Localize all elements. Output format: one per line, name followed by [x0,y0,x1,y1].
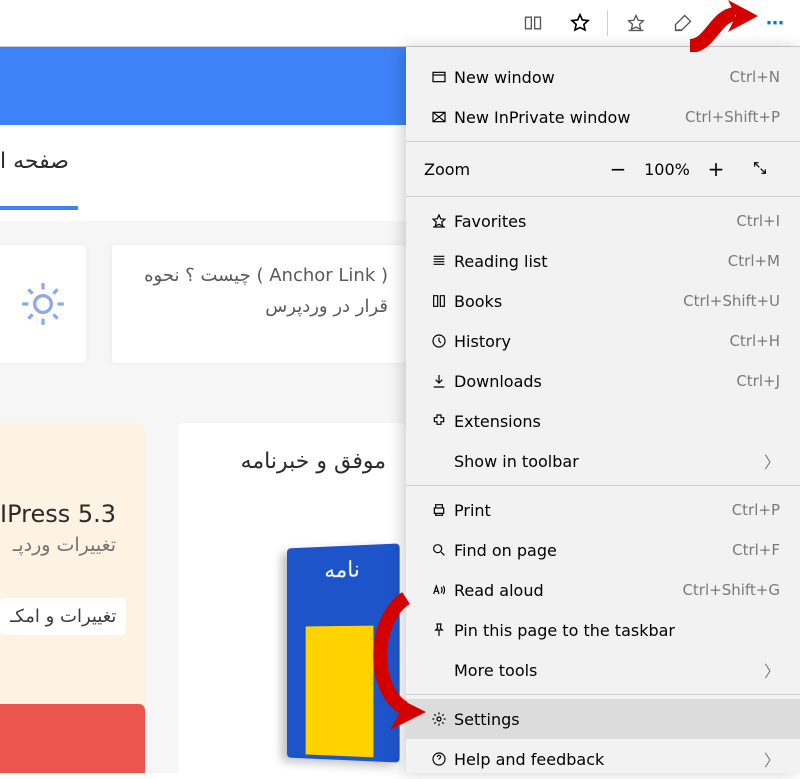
menu-item-favorites[interactable]: Favorites Ctrl+I [406,201,800,241]
menu-label: Reading list [454,252,728,271]
menu-item-print[interactable]: Print Ctrl+P [406,490,800,530]
books-icon [424,293,454,309]
menu-label: Favorites [454,212,736,231]
page-headline: صفحه ا [0,149,69,174]
menu-shortcut: Ctrl+Shift+P [685,108,780,126]
fullscreen-button[interactable] [738,157,782,181]
reading-view-icon[interactable] [509,0,556,47]
menu-label: Print [454,501,732,520]
menu-separator [406,141,800,142]
zoom-in-button[interactable]: + [694,157,738,181]
search-icon [424,542,454,558]
zoom-label: Zoom [424,160,596,179]
menu-separator [406,694,800,695]
reading-list-icon [424,253,454,269]
star-icon [424,213,454,229]
ipress-chip[interactable]: تغییرات و امکـ [0,598,126,635]
menu-label: Help and feedback [454,750,764,769]
red-promo-card [0,704,145,773]
help-icon [424,751,454,767]
menu-label: Find on page [454,541,732,560]
menu-label: Read aloud [454,581,682,600]
favorite-star-icon[interactable] [556,0,603,47]
menu-item-new-window[interactable]: New window Ctrl+N [406,57,800,97]
menu-shortcut: Ctrl+M [728,252,780,270]
article-card-icon[interactable] [0,245,86,363]
menu-shortcut: Ctrl+I [736,212,780,230]
window-icon [424,69,454,85]
toolbar-separator [607,10,608,36]
menu-separator [406,196,800,197]
menu-label: Books [454,292,683,311]
extensions-icon [424,413,454,429]
menu-shortcut: Ctrl+H [729,332,780,350]
menu-item-find[interactable]: Find on page Ctrl+F [406,530,800,570]
book-title: نامه [287,556,400,585]
menu-item-reading-list[interactable]: Reading list Ctrl+M [406,241,800,281]
menu-label: Show in toolbar [454,452,764,471]
menu-item-more-tools[interactable]: More tools 〉 [406,650,800,690]
menu-shortcut: Ctrl+Shift+G [682,581,780,599]
menu-separator [406,485,800,486]
print-icon [424,502,454,518]
menu-label: Pin this page to the taskbar [454,621,780,640]
more-glyph: ⋯ [766,13,787,34]
ipress-subtitle: تغییرات وردپـ [0,534,116,556]
ipress-title: IPress 5.3 [0,500,116,528]
more-menu-button[interactable]: ⋯ [753,0,800,47]
menu-label: More tools [454,661,764,680]
chevron-right-icon: 〉 [764,658,780,682]
menu-shortcut: Ctrl+Shift+U [683,292,780,310]
favorites-hub-icon[interactable] [612,0,659,47]
article-card-text: ( Anchor Link ) چیست ؟ نحوه قرار در وردپ… [144,265,388,317]
menu-label: Extensions [454,412,780,431]
menu-item-read-aloud[interactable]: Read aloud Ctrl+Shift+G [406,570,800,610]
gear-doodle-icon [18,279,68,329]
site-header-band [0,47,406,125]
chevron-right-icon: 〉 [764,747,780,771]
menu-shortcut: Ctrl+F [732,541,780,559]
annotation-arrow-settings [360,590,446,744]
active-tab-underline [0,206,78,210]
sidebar-promo-card [0,423,145,723]
newsletter-title: موفق و خبرنامه [198,449,386,474]
ipress-block: IPress 5.3 تغییرات وردپـ [0,500,116,556]
menu-shortcut: Ctrl+J [736,372,780,390]
menu-shortcut: Ctrl+N [730,68,780,86]
menu-shortcut: Ctrl+P [732,501,780,519]
menu-item-extensions[interactable]: Extensions [406,401,800,441]
menu-item-history[interactable]: History Ctrl+H [406,321,800,361]
menu-item-help[interactable]: Help and feedback 〉 [406,739,800,779]
menu-label: New window [454,68,730,87]
menu-label: Downloads [454,372,736,391]
menu-item-settings[interactable]: Settings [406,699,800,739]
settings-dropdown-menu: New window Ctrl+N New InPrivate window C… [406,47,800,773]
zoom-out-button[interactable]: − [596,157,640,181]
downloads-icon [424,373,454,389]
menu-zoom-row: Zoom − 100% + [406,146,800,192]
menu-item-downloads[interactable]: Downloads Ctrl+J [406,361,800,401]
annotation-arrow-top [680,0,760,56]
menu-item-books[interactable]: Books Ctrl+Shift+U [406,281,800,321]
menu-label: Settings [454,710,780,729]
menu-item-show-in-toolbar[interactable]: Show in toolbar 〉 [406,441,800,481]
menu-label: New InPrivate window [454,108,685,127]
menu-item-new-inprivate[interactable]: New InPrivate window Ctrl+Shift+P [406,97,800,137]
chevron-right-icon: 〉 [764,449,780,473]
menu-item-pin[interactable]: Pin this page to the taskbar [406,610,800,650]
menu-label: History [454,332,729,351]
article-card[interactable]: ( Anchor Link ) چیست ؟ نحوه قرار در وردپ… [112,245,406,363]
history-icon [424,333,454,349]
ipress-chip-label: تغییرات و امکـ [10,606,116,627]
zoom-percentage: 100% [640,160,694,179]
inprivate-icon [424,109,454,125]
